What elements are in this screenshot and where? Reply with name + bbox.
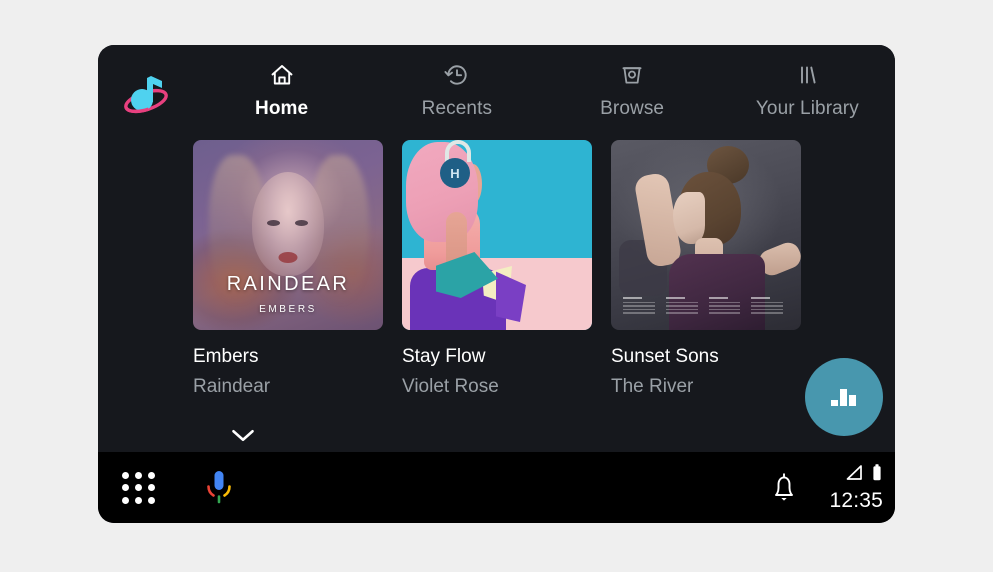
assistant-mic-icon[interactable] — [202, 470, 236, 506]
nav-tab-recents-label: Recents — [421, 98, 493, 119]
media-card-stay-flow[interactable]: H Stay Flow Violet Rose — [402, 140, 592, 398]
now-playing-button[interactable] — [805, 358, 883, 436]
nav-tab-recents[interactable]: Recents — [369, 58, 544, 136]
album-art-embers[interactable]: RAINDEAR EMBERS — [193, 140, 383, 330]
media-card-embers[interactable]: RAINDEAR EMBERS Embers Raindear — [193, 140, 383, 398]
art-detail — [665, 296, 698, 316]
album-art-stay-flow[interactable]: H — [402, 140, 592, 330]
media-card-subtitle: Raindear — [193, 376, 271, 397]
status-icons — [844, 463, 883, 488]
history-icon — [440, 58, 474, 92]
nav-tab-browse[interactable]: Browse — [545, 58, 720, 136]
signal-triangle-icon — [844, 464, 864, 487]
art-detail — [708, 296, 741, 316]
album-art-badge: H — [440, 158, 470, 188]
art-detail — [669, 254, 765, 330]
album-art-subtitle: EMBERS — [259, 304, 317, 315]
media-card-grid: RAINDEAR EMBERS Embers Raindear H Stay F… — [193, 140, 895, 512]
album-art-credits — [623, 296, 783, 316]
album-art-wordmark: RAINDEAR — [226, 273, 350, 295]
system-status-bar: 12:35 — [98, 452, 895, 523]
notification-bell-icon[interactable] — [767, 470, 801, 506]
top-navigation-bar: Home Recents Browse Your Library — [98, 45, 895, 137]
battery-full-icon — [871, 463, 883, 488]
library-icon — [790, 58, 824, 92]
media-card-title: Sunset Sons — [611, 346, 719, 367]
status-clock: 12:35 — [829, 489, 883, 512]
art-detail — [278, 252, 298, 264]
art-detail — [623, 296, 655, 316]
media-card-subtitle: The River — [611, 376, 694, 397]
art-detail — [295, 219, 308, 226]
media-app-panel: Home Recents Browse Your Library RAINDEA… — [98, 45, 895, 523]
nav-tab-your-library-label: Your Library — [755, 98, 859, 119]
nav-tab-browse-label: Browse — [600, 98, 665, 119]
music-note-orbit-logo[interactable] — [118, 68, 174, 120]
nav-tab-home-label: Home — [255, 98, 309, 119]
media-card-title: Stay Flow — [402, 346, 486, 367]
nav-tab-list: Home Recents Browse Your Library — [194, 58, 895, 136]
media-card-title: Embers — [193, 346, 259, 367]
art-detail — [751, 296, 783, 316]
album-art-sunset-sons[interactable] — [611, 140, 801, 330]
status-cluster: 12:35 — [811, 463, 883, 516]
media-card-subtitle: Violet Rose — [402, 376, 499, 397]
media-card-sunset-sons[interactable]: Sunset Sons The River — [611, 140, 801, 398]
browse-icon — [615, 58, 649, 92]
apps-grid-icon[interactable] — [122, 472, 156, 504]
nav-tab-your-library[interactable]: Your Library — [720, 58, 895, 136]
home-icon — [265, 58, 299, 92]
nav-tab-home[interactable]: Home — [194, 58, 369, 136]
art-detail — [267, 219, 280, 226]
equalizer-bars-icon — [831, 389, 856, 406]
art-detail — [673, 192, 705, 244]
